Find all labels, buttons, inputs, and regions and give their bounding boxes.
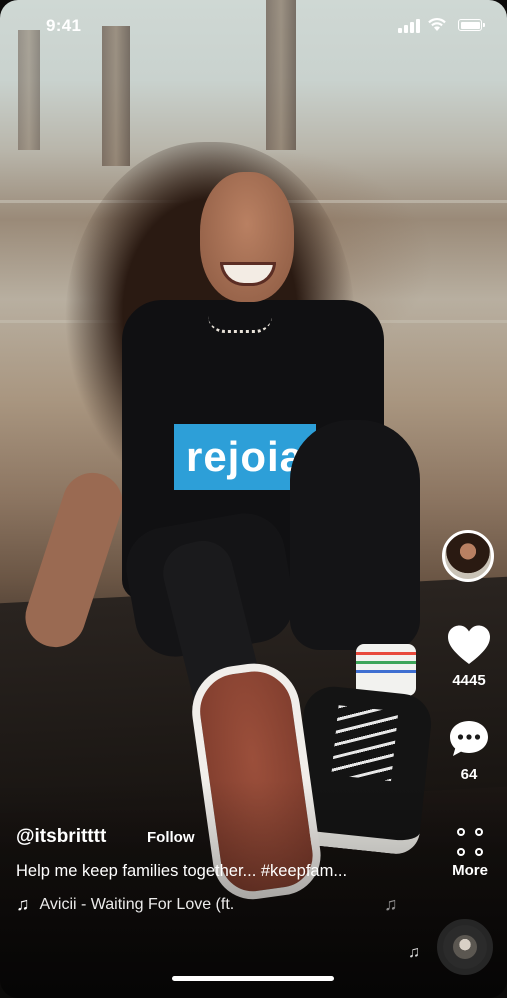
music-disc-cover bbox=[453, 935, 477, 959]
comment-button[interactable]: 64 bbox=[440, 718, 498, 783]
more-label: More bbox=[452, 862, 488, 879]
battery-icon bbox=[458, 19, 485, 31]
like-button[interactable]: 4445 bbox=[440, 624, 498, 689]
status-time: 9:41 bbox=[46, 16, 82, 35]
floating-music-note-icon: ♫ bbox=[408, 944, 420, 961]
follow-button[interactable]: Follow bbox=[147, 829, 195, 846]
more-dots-icon bbox=[453, 826, 487, 858]
wifi-icon bbox=[428, 17, 446, 31]
music-note-icon: ♫ bbox=[16, 894, 30, 914]
cellular-signal-icon bbox=[398, 19, 420, 33]
comment-count: 64 bbox=[460, 766, 478, 783]
music-disc[interactable] bbox=[437, 919, 493, 975]
music-track[interactable]: ♫ Avicii - Waiting For Love (ft. bbox=[16, 894, 234, 915]
music-title: Avicii - Waiting For Love (ft. bbox=[39, 895, 235, 913]
more-button[interactable]: More bbox=[440, 826, 500, 879]
home-indicator[interactable] bbox=[172, 976, 334, 981]
status-bar: 9:41 bbox=[0, 0, 507, 50]
necklace bbox=[208, 316, 272, 333]
heart-icon bbox=[448, 625, 490, 664]
comment-icon bbox=[450, 721, 488, 756]
bottom-gradient-overlay bbox=[0, 780, 507, 998]
right-leg bbox=[290, 420, 420, 650]
striped-sock bbox=[356, 644, 416, 696]
username-link[interactable]: @itsbritttt bbox=[16, 826, 106, 848]
like-count: 4445 bbox=[452, 672, 486, 689]
post-caption[interactable]: Help me keep families together... #keepf… bbox=[16, 862, 347, 881]
creator-avatar[interactable] bbox=[442, 530, 494, 582]
floating-music-note-icon: ♫ bbox=[384, 894, 398, 914]
video-feed-screen: rejoia 9:41 4445 64 More @itsbritttt Fol… bbox=[0, 0, 507, 998]
